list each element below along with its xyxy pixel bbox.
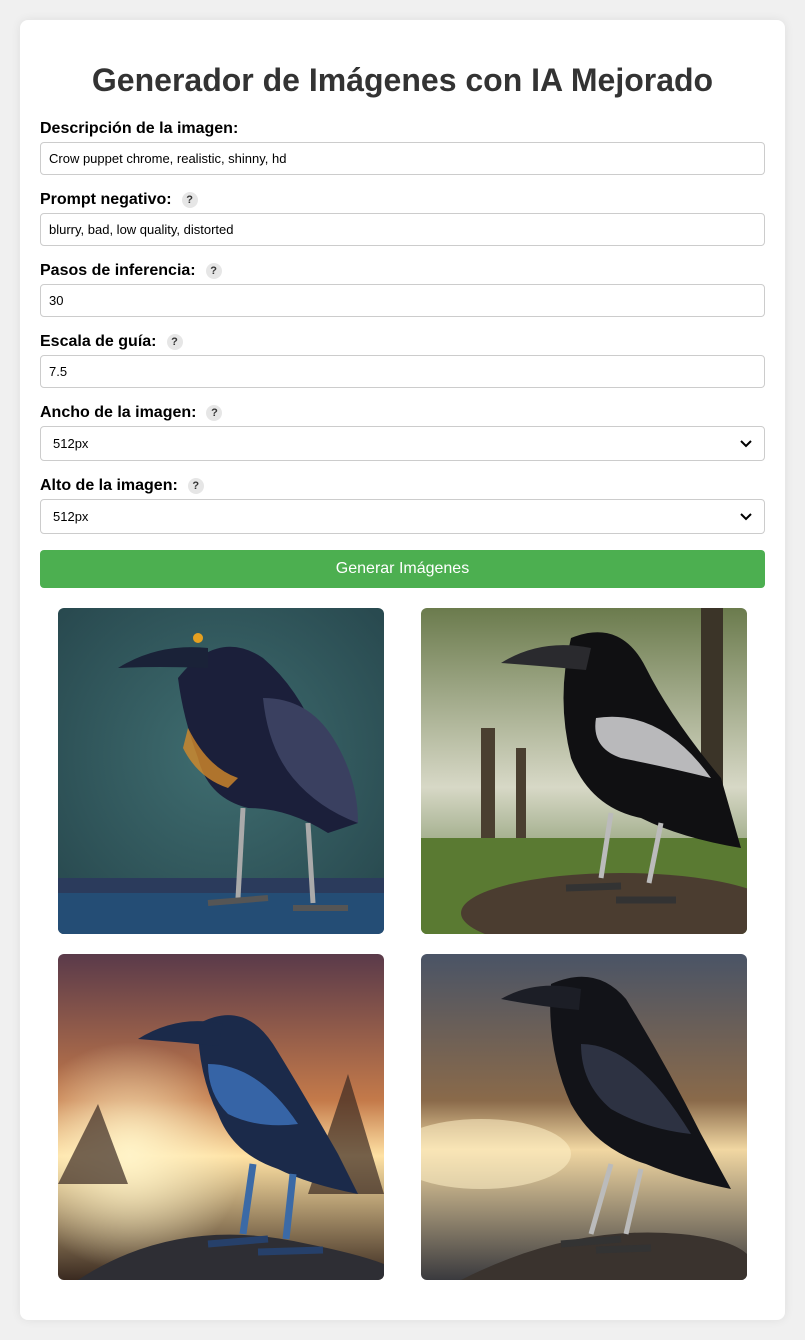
inference-steps-input[interactable]: 30 xyxy=(40,284,765,317)
inference-steps-field: Pasos de inferencia: ? 30 xyxy=(40,261,765,317)
negative-prompt-field: Prompt negativo: ? blurry, bad, low qual… xyxy=(40,190,765,246)
inference-steps-value: 30 xyxy=(49,293,64,308)
image-height-selected: 512px xyxy=(53,509,89,524)
help-icon[interactable]: ? xyxy=(187,478,204,494)
image-height-label-text: Alto de la imagen: xyxy=(40,477,178,494)
generated-image-4[interactable] xyxy=(421,954,747,1280)
description-label-text: Descripción de la imagen: xyxy=(40,120,239,137)
page-title: Generador de Imágenes con IA Mejorado xyxy=(91,62,714,98)
generated-image-2[interactable] xyxy=(421,608,747,934)
help-icon[interactable]: ? xyxy=(181,192,198,208)
help-icon[interactable]: ? xyxy=(205,263,222,279)
image-height-field: Alto de la imagen: ? 512px xyxy=(40,476,765,534)
guidance-scale-input[interactable]: 7.5 xyxy=(40,355,765,388)
description-input[interactable]: Crow puppet chrome, realistic, shinny, h… xyxy=(40,142,765,175)
image-width-field: Ancho de la imagen: ? 512px xyxy=(40,403,765,461)
image-height-select[interactable]: 512px xyxy=(40,499,765,534)
description-value: Crow puppet chrome, realistic, shinny, h… xyxy=(49,151,287,166)
image-width-selected: 512px xyxy=(53,436,89,451)
generated-image-1[interactable] xyxy=(58,608,384,934)
guidance-scale-field: Escala de guía: ? 7.5 xyxy=(40,332,765,388)
help-icon[interactable]: ? xyxy=(166,334,183,350)
generate-button[interactable]: Generar Imágenes xyxy=(40,550,765,588)
chevron-down-icon xyxy=(740,437,752,451)
guidance-scale-value: 7.5 xyxy=(49,364,68,379)
negative-prompt-value: blurry, bad, low quality, distorted xyxy=(49,222,234,237)
guidance-scale-label: Escala de guía: ? xyxy=(40,332,765,352)
negative-prompt-input[interactable]: blurry, bad, low quality, distorted xyxy=(40,213,765,246)
negative-prompt-label-text: Prompt negativo: xyxy=(40,191,172,208)
image-width-label-text: Ancho de la imagen: xyxy=(40,404,197,421)
image-height-label: Alto de la imagen: ? xyxy=(40,476,765,496)
negative-prompt-label: Prompt negativo: ? xyxy=(40,190,765,210)
image-width-select[interactable]: 512px xyxy=(40,426,765,461)
description-label: Descripción de la imagen: xyxy=(40,119,765,139)
generated-image-3[interactable] xyxy=(58,954,384,1280)
inference-steps-label: Pasos de inferencia: ? xyxy=(40,261,765,281)
chevron-down-icon xyxy=(740,510,752,524)
description-field: Descripción de la imagen: Crow puppet ch… xyxy=(40,119,765,175)
inference-steps-label-text: Pasos de inferencia: xyxy=(40,262,196,279)
help-icon[interactable]: ? xyxy=(206,405,223,421)
guidance-scale-label-text: Escala de guía: xyxy=(40,333,157,350)
generator-card: Generador de Imágenes con IA Mejorado De… xyxy=(20,20,785,1320)
image-width-label: Ancho de la imagen: ? xyxy=(40,403,765,423)
